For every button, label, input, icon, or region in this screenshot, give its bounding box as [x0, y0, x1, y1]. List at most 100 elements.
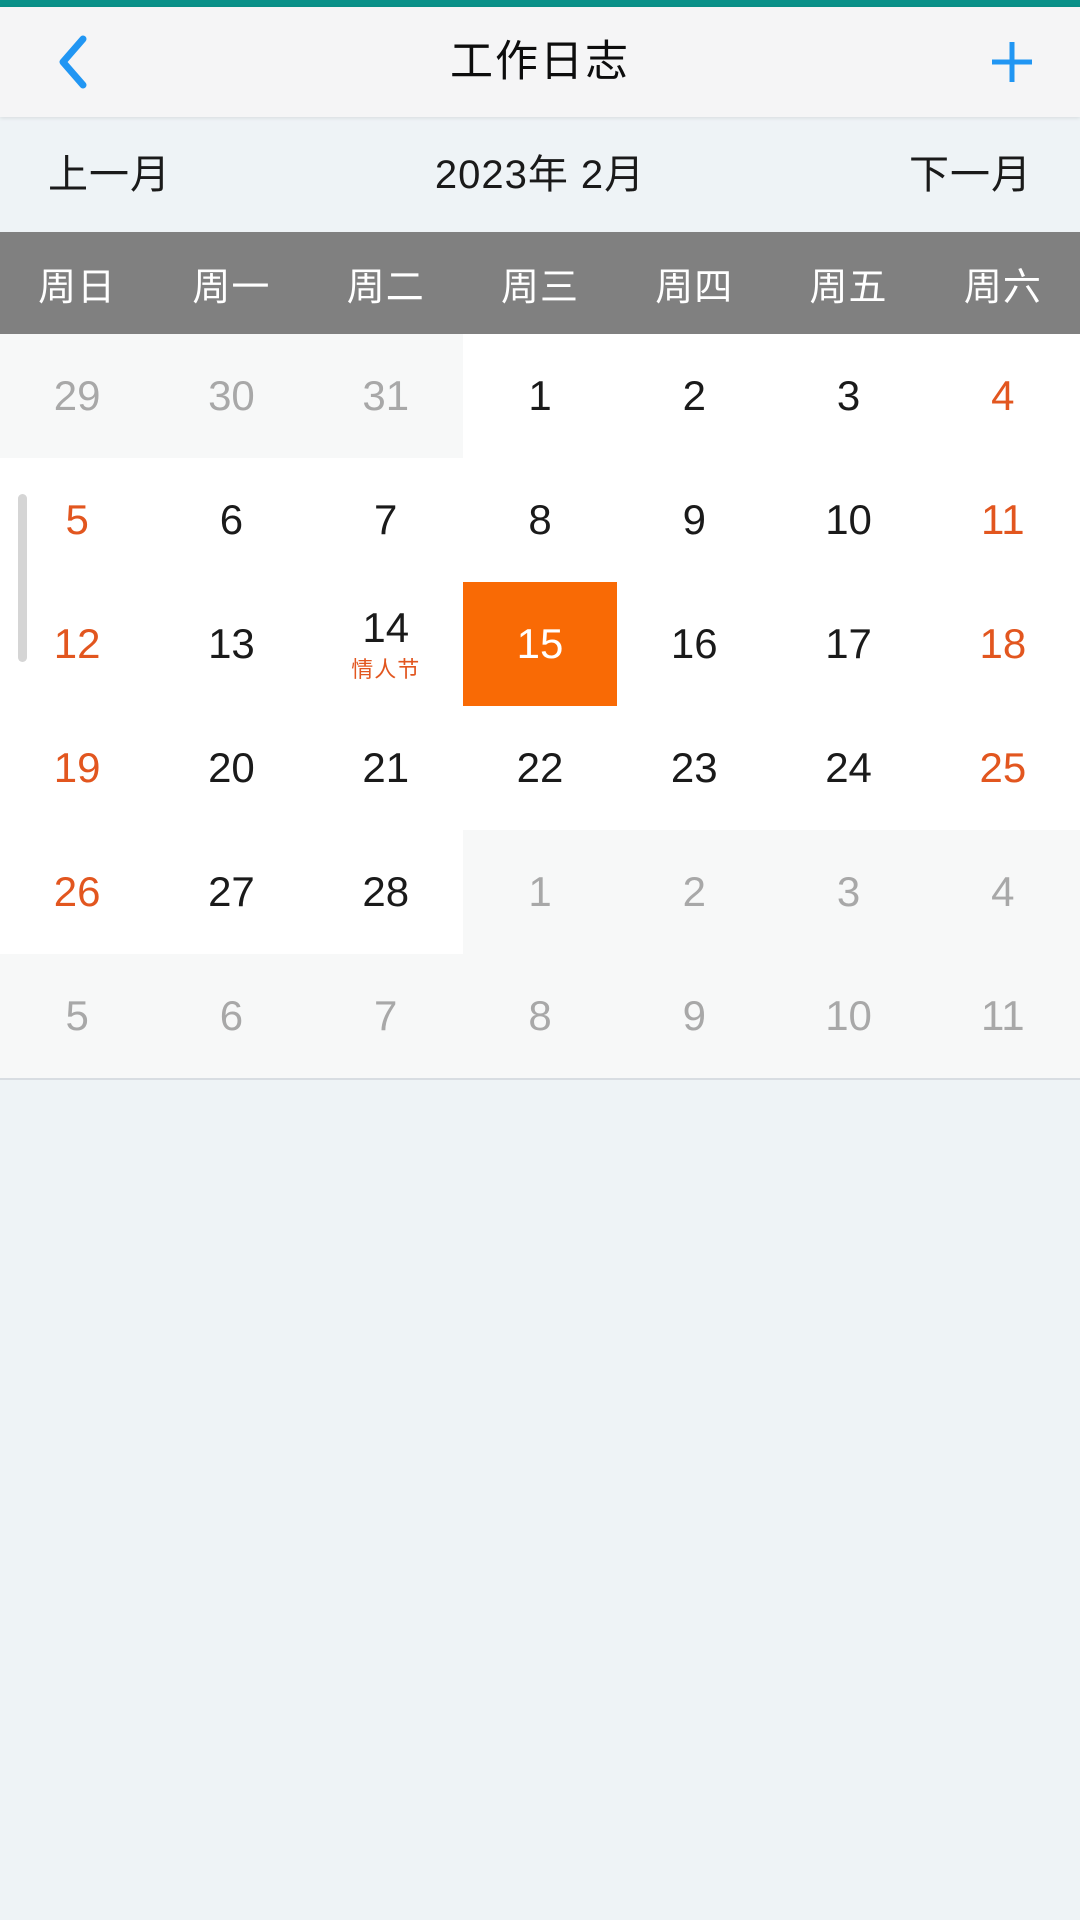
weekday-header-row: 周日 周一 周二 周三 周四 周五 周六: [0, 232, 1080, 334]
calendar-day-cell[interactable]: 3: [771, 334, 926, 458]
day-number: 9: [682, 496, 706, 543]
calendar-day-cell[interactable]: 9: [617, 954, 772, 1078]
calendar-grid: 29 30 31 1 2 3 4 5 6 7 8 9 10 11 12 13 14 情人节 15 16 17 18 19 20…: [0, 334, 1080, 1080]
log-entry-list-area: [0, 1080, 1080, 1920]
calendar-day-cell[interactable]: 16: [617, 582, 772, 706]
status-bar-strip: [0, 0, 1080, 7]
day-number: 2: [682, 868, 706, 915]
day-number: 5: [65, 496, 89, 543]
calendar-day-cell[interactable]: 19: [0, 706, 155, 830]
calendar-day-cell[interactable]: 1: [462, 830, 618, 954]
calendar-day-cell[interactable]: 22: [462, 706, 618, 830]
calendar-day-cell[interactable]: 24: [771, 706, 926, 830]
calendar-day-cell[interactable]: 25: [925, 706, 1080, 830]
calendar-day-cell[interactable]: 17: [771, 582, 926, 706]
calendar-day-cell[interactable]: 29: [0, 334, 155, 458]
day-number: 17: [825, 620, 872, 667]
weekday-label: 周六: [963, 266, 1042, 309]
day-number: 13: [208, 620, 255, 667]
calendar-day-cell[interactable]: 6: [154, 458, 309, 582]
calendar-day-cell[interactable]: 14 情人节: [308, 582, 463, 706]
day-number: 5: [65, 992, 89, 1039]
chevron-left-icon: [56, 34, 90, 90]
day-number: 25: [979, 744, 1027, 791]
calendar-day-cell[interactable]: 18: [925, 582, 1080, 706]
calendar-day-cell[interactable]: 20: [154, 706, 309, 830]
day-festival-label: 情人节: [351, 657, 421, 682]
calendar-day-cell[interactable]: 3: [771, 830, 926, 954]
calendar-day-cell[interactable]: 9: [617, 458, 772, 582]
calendar-week-row: 12 13 14 情人节 15 16 17 18: [0, 582, 1080, 706]
calendar-day-cell[interactable]: 4: [925, 830, 1080, 954]
day-number: 16: [670, 620, 718, 667]
calendar-day-cell[interactable]: 4: [925, 334, 1080, 458]
next-month-button[interactable]: 下一月: [909, 155, 1032, 195]
calendar-day-cell[interactable]: 7: [308, 458, 463, 582]
calendar-day-cell[interactable]: 31: [308, 334, 463, 458]
calendar-day-cell[interactable]: 1: [462, 334, 618, 458]
calendar-day-cell[interactable]: 8: [462, 954, 618, 1078]
day-number: 31: [362, 372, 410, 419]
calendar-week-row: 26 27 28 1 2 3 4: [0, 830, 1080, 954]
day-number: 11: [981, 496, 1025, 543]
weekday-label: 周五: [809, 266, 888, 309]
calendar-day-cell[interactable]: 7: [308, 954, 463, 1078]
day-number: 8: [528, 496, 552, 543]
calendar-day-cell[interactable]: 23: [617, 706, 772, 830]
day-number: 3: [836, 372, 861, 419]
calendar-day-cell[interactable]: 11: [925, 458, 1080, 582]
calendar-day-cell[interactable]: 28: [308, 830, 463, 954]
calendar-day-cell[interactable]: 8: [462, 458, 618, 582]
day-number: 14: [362, 604, 410, 651]
day-number: 7: [374, 992, 398, 1039]
day-number: 15: [516, 620, 564, 667]
day-number: 29: [53, 372, 101, 419]
day-number: 4: [991, 868, 1015, 915]
calendar-day-cell[interactable]: 30: [154, 334, 309, 458]
day-number: 11: [981, 992, 1025, 1039]
day-number: 4: [991, 372, 1015, 419]
day-number: 6: [219, 992, 244, 1039]
calendar-day-cell[interactable]: 2: [617, 334, 772, 458]
calendar-day-cell[interactable]: 27: [154, 830, 309, 954]
calendar-week-row: 5 6 7 8 9 10 11: [0, 458, 1080, 582]
calendar-day-cell[interactable]: 10: [771, 954, 926, 1078]
day-number: 23: [670, 744, 718, 791]
calendar-day-cell[interactable]: 13: [154, 582, 309, 706]
calendar-week-row: 19 20 21 22 23 24 25: [0, 706, 1080, 830]
day-number: 20: [208, 744, 255, 791]
prev-month-button[interactable]: 上一月: [48, 155, 171, 195]
title-bar: 工作日志: [0, 7, 1080, 117]
add-entry-button[interactable]: [966, 7, 1058, 117]
day-number: 26: [53, 868, 101, 915]
day-number: 8: [528, 992, 552, 1039]
day-number: 24: [825, 744, 872, 791]
calendar-day-cell[interactable]: 5: [0, 954, 155, 1078]
day-number: 10: [825, 496, 872, 543]
day-number: 21: [362, 744, 410, 791]
day-number: 22: [516, 744, 564, 791]
calendar-day-cell[interactable]: 10: [771, 458, 926, 582]
weekday-label: 周四: [655, 266, 734, 309]
calendar-day-cell[interactable]: 12: [0, 582, 155, 706]
day-number: 28: [362, 868, 410, 915]
calendar-day-cell[interactable]: 11: [925, 954, 1080, 1078]
plus-icon: [987, 37, 1037, 87]
calendar-day-cell[interactable]: 6: [154, 954, 309, 1078]
calendar-day-cell[interactable]: 5: [0, 458, 155, 582]
back-button[interactable]: [28, 7, 118, 117]
calendar-day-cell[interactable]: 21: [308, 706, 463, 830]
calendar-day-cell[interactable]: 2: [617, 830, 772, 954]
calendar-day-cell-selected[interactable]: 15: [462, 582, 618, 706]
day-number: 2: [682, 372, 706, 419]
page-title: 工作日志: [450, 37, 630, 86]
calendar-day-cell[interactable]: 26: [0, 830, 155, 954]
day-number: 10: [825, 992, 872, 1039]
day-number: 1: [528, 372, 552, 419]
day-number: 3: [836, 868, 861, 915]
day-number: 7: [374, 496, 398, 543]
day-number: 12: [53, 620, 101, 667]
day-number: 1: [528, 868, 552, 915]
day-number: 27: [208, 868, 255, 915]
day-number: 19: [53, 744, 101, 791]
